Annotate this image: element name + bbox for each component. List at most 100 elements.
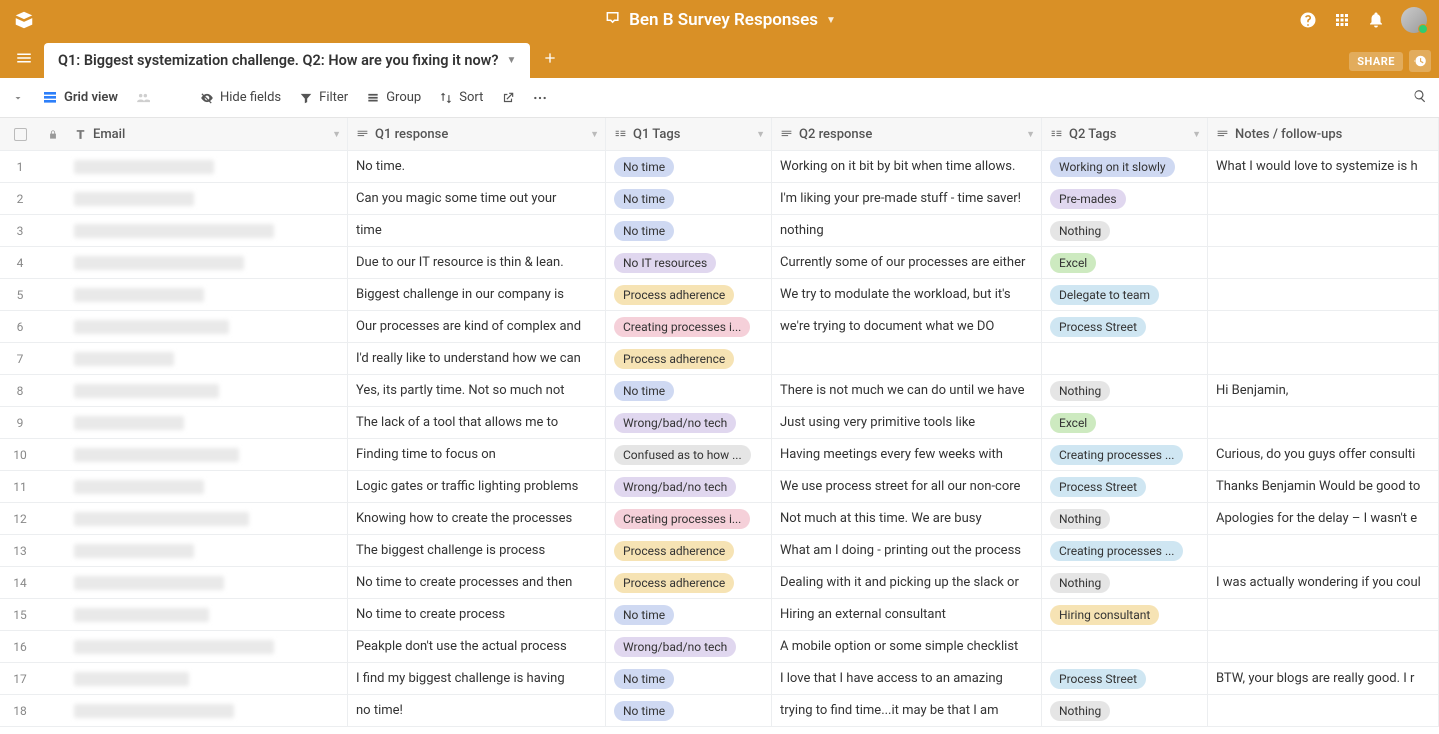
col-q1tags[interactable]: Q1 Tags▼ (606, 118, 772, 150)
cell-q2[interactable]: Working on it bit by bit when time allow… (772, 151, 1042, 182)
hamburger-icon[interactable] (12, 46, 36, 70)
cell-email[interactable] (66, 471, 348, 502)
cell-q1tags[interactable]: Wrong/bad/no tech (606, 471, 772, 502)
cell-q1[interactable]: No time to create processes and then (348, 567, 606, 598)
cell-q2[interactable]: What am I doing - printing out the proce… (772, 535, 1042, 566)
table-row[interactable]: 17I find my biggest challenge is havingN… (0, 663, 1439, 695)
cell-q1tags[interactable]: No time (606, 663, 772, 694)
cell-notes[interactable] (1208, 631, 1439, 662)
cell-q1tags[interactable]: Process adherence (606, 535, 772, 566)
cell-notes[interactable] (1208, 343, 1439, 374)
caret-down-icon[interactable]: ▼ (332, 129, 341, 140)
table-row[interactable]: 3timeNo timenothingNothing (0, 215, 1439, 247)
cell-email[interactable] (66, 535, 348, 566)
cell-q2tags[interactable]: Nothing (1042, 503, 1208, 534)
cell-q2tags[interactable]: Process Street (1042, 471, 1208, 502)
cell-notes[interactable] (1208, 215, 1439, 246)
table-row[interactable]: 5Biggest challenge in our company isProc… (0, 279, 1439, 311)
table-row[interactable]: 1No time.No timeWorking on it bit by bit… (0, 151, 1439, 183)
cell-q1[interactable]: Our processes are kind of complex and (348, 311, 606, 342)
cell-q2tags[interactable]: Creating processes ... (1042, 535, 1208, 566)
cell-q2[interactable] (772, 343, 1042, 374)
cell-email[interactable] (66, 183, 348, 214)
help-icon[interactable] (1299, 11, 1317, 29)
cell-q2[interactable]: Hiring an external consultant (772, 599, 1042, 630)
bell-icon[interactable] (1367, 11, 1385, 29)
collaborators-icon[interactable] (136, 91, 150, 105)
cell-email[interactable] (66, 439, 348, 470)
table-row[interactable]: 4Due to our IT resource is thin & lean.N… (0, 247, 1439, 279)
cell-q1[interactable]: Biggest challenge in our company is (348, 279, 606, 310)
cell-notes[interactable]: What I would love to systemize is h (1208, 151, 1439, 182)
caret-down-icon[interactable]: ▼ (1192, 129, 1201, 140)
col-notes[interactable]: Notes / follow-ups (1208, 118, 1439, 150)
avatar[interactable] (1401, 7, 1427, 33)
cell-q2[interactable]: Having meetings every few weeks with (772, 439, 1042, 470)
cell-q1[interactable]: Peakple don't use the actual process (348, 631, 606, 662)
cell-q2tags[interactable] (1042, 631, 1208, 662)
cell-q2tags[interactable]: Excel (1042, 407, 1208, 438)
cell-email[interactable] (66, 215, 348, 246)
cell-email[interactable] (66, 631, 348, 662)
cell-notes[interactable]: Hi Benjamin, (1208, 375, 1439, 406)
airtable-logo-icon[interactable] (12, 8, 36, 32)
cell-q2tags[interactable]: Working on it slowly (1042, 151, 1208, 182)
col-q1[interactable]: Q1 response▼ (348, 118, 606, 150)
view-switcher[interactable]: Grid view (42, 90, 118, 106)
sort-button[interactable]: Sort (439, 90, 483, 105)
cell-notes[interactable]: BTW, your blogs are really good. I r (1208, 663, 1439, 694)
cell-q1tags[interactable]: Process adherence (606, 567, 772, 598)
expand-views-icon[interactable] (12, 92, 24, 104)
cell-q2[interactable]: trying to find time...it may be that I a… (772, 695, 1042, 726)
cell-q1tags[interactable]: No time (606, 215, 772, 246)
cell-q2tags[interactable]: Excel (1042, 247, 1208, 278)
base-title[interactable]: Ben B Survey Responses ▼ (603, 9, 836, 32)
cell-q2tags[interactable]: Nothing (1042, 375, 1208, 406)
cell-q2tags[interactable] (1042, 343, 1208, 374)
cell-q1tags[interactable]: No time (606, 183, 772, 214)
table-row[interactable]: 12Knowing how to create the processesCre… (0, 503, 1439, 535)
add-table-button[interactable] (538, 46, 562, 70)
cell-q2tags[interactable]: Process Street (1042, 311, 1208, 342)
cell-q1[interactable]: The biggest challenge is process (348, 535, 606, 566)
group-button[interactable]: Group (366, 90, 421, 105)
cell-email[interactable] (66, 695, 348, 726)
history-icon[interactable] (1409, 50, 1431, 72)
cell-notes[interactable] (1208, 599, 1439, 630)
cell-email[interactable] (66, 343, 348, 374)
table-row[interactable]: 6Our processes are kind of complex andCr… (0, 311, 1439, 343)
cell-q1[interactable]: The lack of a tool that allows me to (348, 407, 606, 438)
cell-email[interactable] (66, 599, 348, 630)
caret-down-icon[interactable]: ▼ (756, 129, 765, 140)
table-row[interactable]: 16Peakple don't use the actual processWr… (0, 631, 1439, 663)
share-button[interactable]: SHARE (1349, 52, 1403, 71)
cell-q2tags[interactable]: Pre-mades (1042, 183, 1208, 214)
col-q2[interactable]: Q2 response▼ (772, 118, 1042, 150)
caret-down-icon[interactable]: ▼ (590, 129, 599, 140)
table-row[interactable]: 11Logic gates or traffic lighting proble… (0, 471, 1439, 503)
cell-q2tags[interactable]: Hiring consultant (1042, 599, 1208, 630)
cell-q2tags[interactable]: Creating processes ... (1042, 439, 1208, 470)
cell-q2[interactable]: Just using very primitive tools like (772, 407, 1042, 438)
cell-q2tags[interactable]: Process Street (1042, 663, 1208, 694)
table-row[interactable]: 14No time to create processes and thenPr… (0, 567, 1439, 599)
cell-q1tags[interactable]: No time (606, 695, 772, 726)
cell-q2[interactable]: We use process street for all our non-co… (772, 471, 1042, 502)
cell-notes[interactable]: I was actually wondering if you coul (1208, 567, 1439, 598)
cell-notes[interactable] (1208, 183, 1439, 214)
cell-q1tags[interactable]: No IT resources (606, 247, 772, 278)
cell-q1tags[interactable]: Process adherence (606, 279, 772, 310)
table-tab[interactable]: Q1: Biggest systemization challenge. Q2:… (44, 43, 530, 78)
cell-notes[interactable] (1208, 695, 1439, 726)
cell-q2[interactable]: we're trying to document what we DO (772, 311, 1042, 342)
cell-email[interactable] (66, 503, 348, 534)
col-q2tags[interactable]: Q2 Tags▼ (1042, 118, 1208, 150)
cell-q2[interactable]: Dealing with it and picking up the slack… (772, 567, 1042, 598)
cell-notes[interactable]: Thanks Benjamin Would be good to (1208, 471, 1439, 502)
table-row[interactable]: 13The biggest challenge is processProces… (0, 535, 1439, 567)
cell-email[interactable] (66, 151, 348, 182)
table-row[interactable]: 18no time!No timetrying to find time...i… (0, 695, 1439, 727)
cell-q2tags[interactable]: Nothing (1042, 567, 1208, 598)
cell-email[interactable] (66, 311, 348, 342)
cell-q1[interactable]: No time to create process (348, 599, 606, 630)
